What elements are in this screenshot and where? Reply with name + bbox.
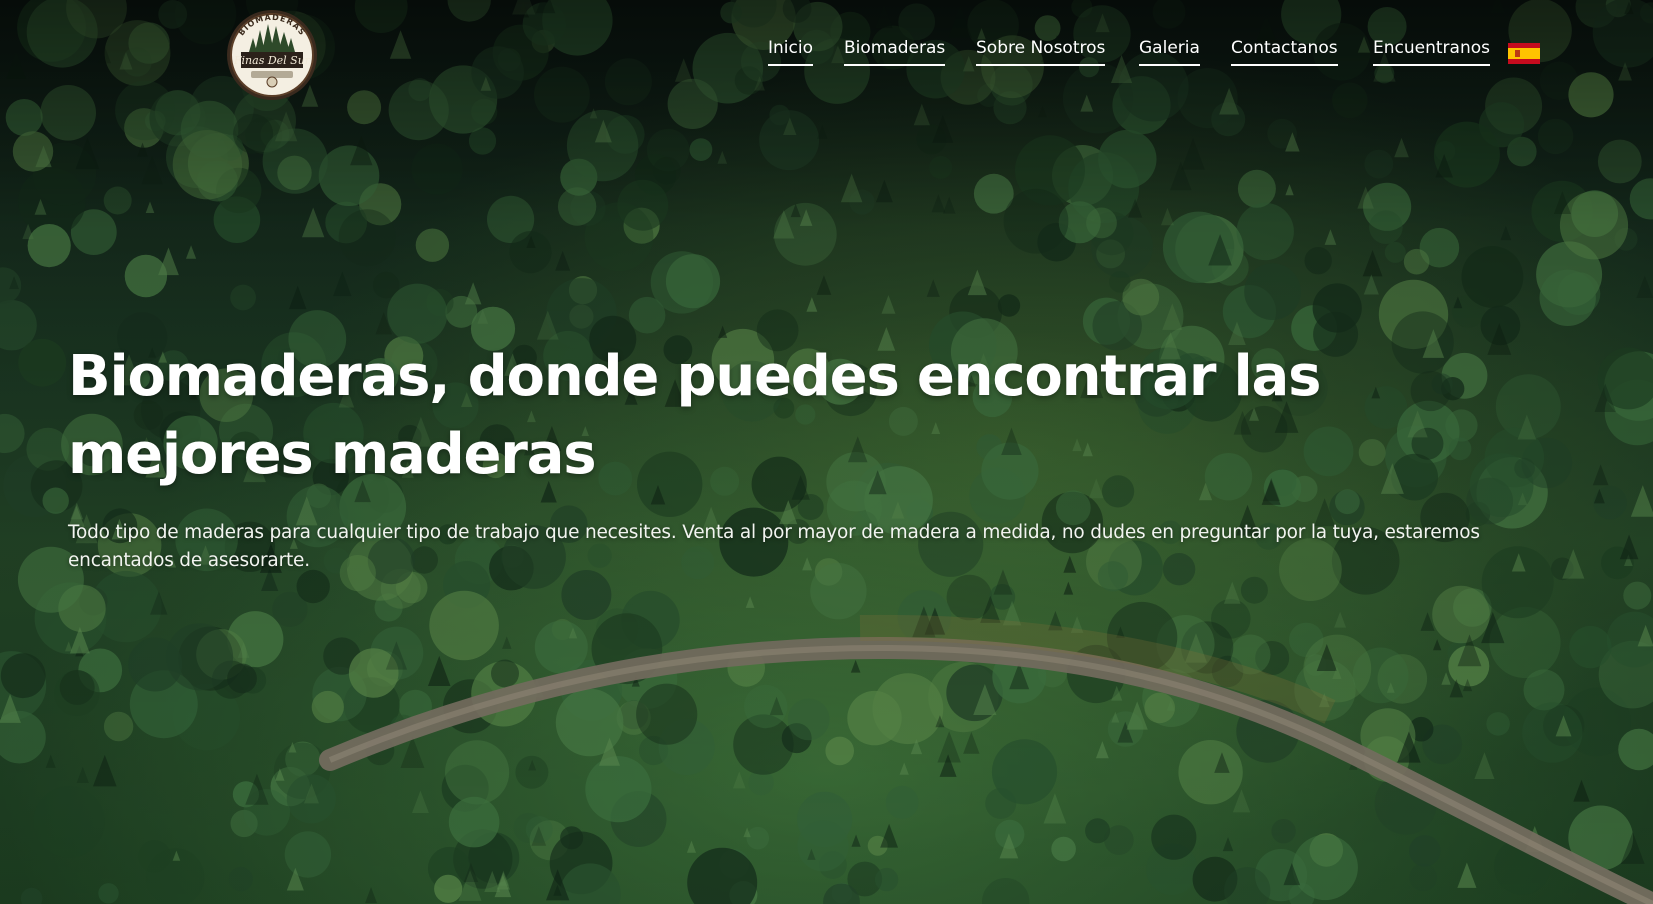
nav-item-encuentranos[interactable]: Encuentranos <box>1373 38 1490 66</box>
logo[interactable]: BIOMADERAS Finas Del Sur <box>221 8 323 102</box>
nav-item-inicio[interactable]: Inicio <box>768 38 813 66</box>
nav-item-biomaderas[interactable]: Biomaderas <box>844 38 946 66</box>
svg-text:Finas Del Sur: Finas Del Sur <box>233 54 311 67</box>
logo-badge-icon: BIOMADERAS Finas Del Sur <box>227 10 317 100</box>
spain-flag-icon[interactable] <box>1508 43 1540 64</box>
site-header: BIOMADERAS Finas Del Sur Inicio Biomader… <box>0 0 1653 110</box>
hero-title: Biomaderas, donde puedes encontrar las m… <box>68 344 1321 487</box>
nav-item-contactanos[interactable]: Contactanos <box>1231 38 1338 66</box>
nav-item-galeria[interactable]: Galeria <box>1139 38 1200 66</box>
nav-item-sobre-nosotros[interactable]: Sobre Nosotros <box>976 38 1106 66</box>
hero-subtitle: Todo tipo de maderas para cualquier tipo… <box>68 522 1480 571</box>
hero-section: BIOMADERAS Finas Del Sur Inicio Biomader… <box>0 0 1653 904</box>
